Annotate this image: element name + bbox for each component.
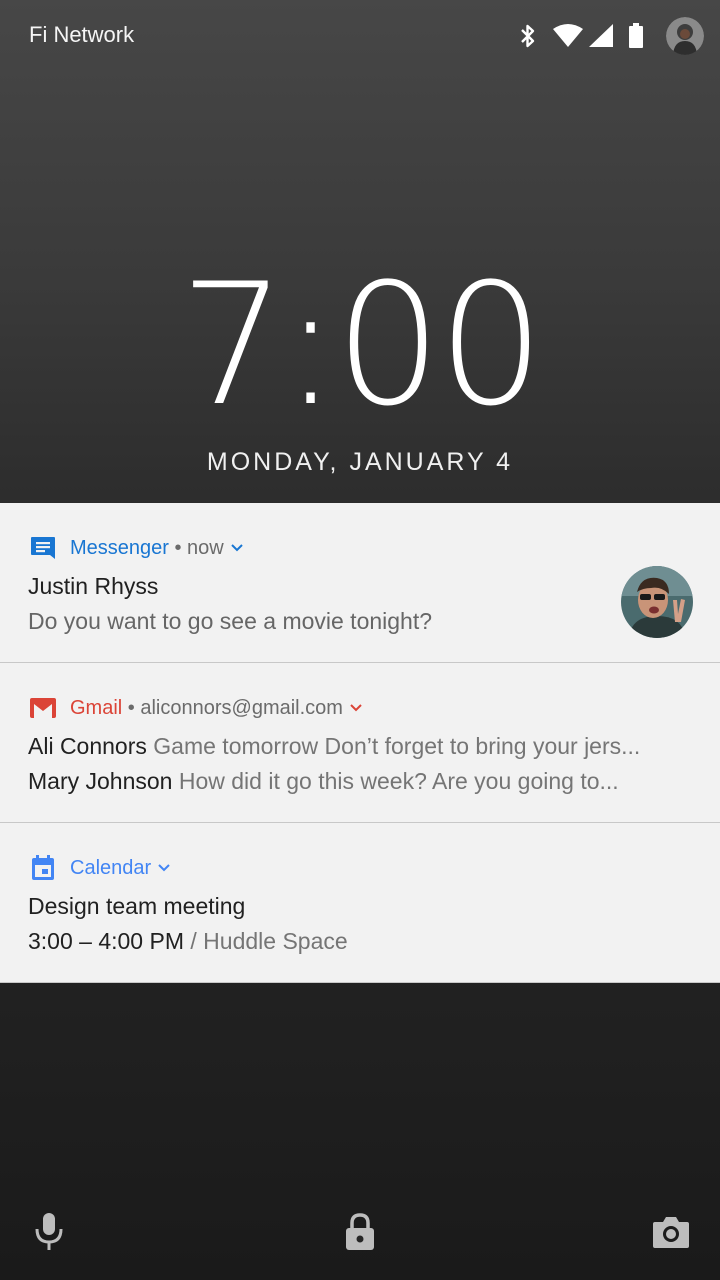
battery-icon <box>628 23 644 49</box>
calendar-icon <box>28 853 58 883</box>
event-time: 3:00 – 4:00 PM <box>28 928 184 954</box>
app-name: Calendar <box>70 856 152 879</box>
event-title: Design team meeting <box>28 893 246 919</box>
notification-header: Gmail • aliconnors@gmail.com <box>28 693 363 723</box>
sender-avatar <box>621 566 693 638</box>
email-row: Ali Connors Game tomorrow Don’t forget t… <box>28 733 640 760</box>
clock-date: MONDAY, JANUARY 4 <box>206 448 514 476</box>
status-bar: Fi Network <box>0 0 720 72</box>
event-location: / Huddle Space <box>184 928 348 954</box>
microphone-icon[interactable] <box>34 1210 64 1254</box>
status-icons <box>518 16 704 56</box>
notification-header: Messenger • now <box>28 533 244 563</box>
account-email: • aliconnors@gmail.com <box>122 696 343 719</box>
wifi-icon <box>552 24 584 48</box>
event-details: 3:00 – 4:00 PM / Huddle Space <box>28 928 348 955</box>
camera-icon[interactable] <box>652 1210 690 1254</box>
gmail-notification[interactable]: Gmail • aliconnors@gmail.com Ali Connors… <box>0 663 720 823</box>
signal-icon <box>588 24 614 48</box>
app-name: Messenger <box>70 536 169 559</box>
messenger-notification[interactable]: Messenger • now Justin Rhyss Do you want… <box>0 503 720 663</box>
gmail-icon <box>28 693 58 723</box>
email-sender: Mary Johnson <box>28 768 173 794</box>
expand-chevron-icon[interactable] <box>230 541 244 555</box>
notification-header: Calendar <box>28 853 171 883</box>
carrier-name: Fi Network <box>29 22 135 47</box>
notification-time: • now <box>168 536 224 559</box>
message-preview: Do you want to go see a movie tonight? <box>28 608 433 634</box>
lock-icon[interactable] <box>344 1210 376 1254</box>
avatar[interactable] <box>666 17 704 55</box>
email-sender: Ali Connors <box>28 733 147 759</box>
clock-time: 7:00 <box>179 247 544 443</box>
messenger-icon <box>28 533 58 563</box>
sender-name: Justin Rhyss <box>28 573 159 599</box>
email-row: Mary Johnson How did it go this week? Ar… <box>28 768 619 795</box>
email-preview: How did it go this week? Are you going t… <box>172 768 619 794</box>
app-name: Gmail <box>70 696 123 719</box>
email-preview: Game tomorrow Don’t forget to bring your… <box>146 733 641 759</box>
expand-chevron-icon[interactable] <box>349 701 363 715</box>
notification-list: Messenger • now Justin Rhyss Do you want… <box>0 503 720 983</box>
calendar-notification[interactable]: Calendar Design team meeting 3:00 – 4:00… <box>0 823 720 983</box>
expand-chevron-icon[interactable] <box>157 861 171 875</box>
bluetooth-icon <box>518 23 538 49</box>
